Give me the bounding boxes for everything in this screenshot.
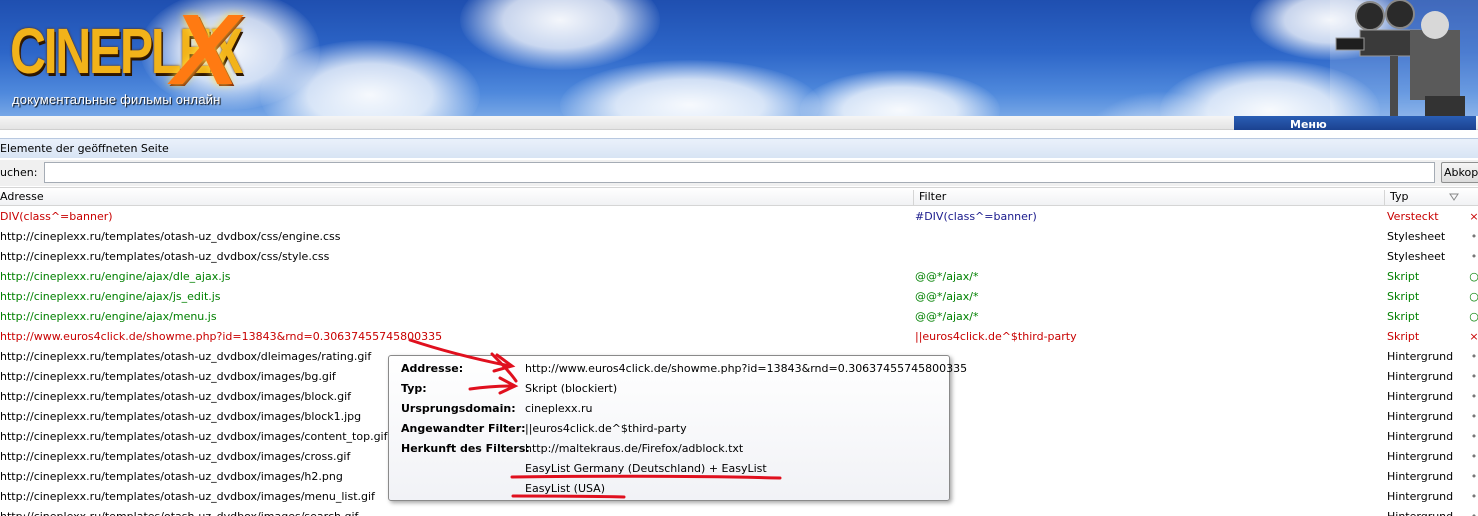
banner-cloud <box>460 0 660 70</box>
item-filter: @@*/ajax/* <box>915 290 979 303</box>
list-item[interactable]: http://www.euros4click.de/showme.php?id=… <box>0 327 1478 347</box>
item-type: Skript <box>1387 270 1420 283</box>
item-address: http://cineplexx.ru/templates/otash-uz_d… <box>0 250 330 263</box>
column-header-type[interactable]: Typ <box>1390 188 1440 206</box>
item-type: Hintergrund <box>1387 390 1454 403</box>
item-state-icon[interactable]: • <box>1469 387 1478 407</box>
window-title: Elemente der geöffneten Seite <box>0 138 1478 158</box>
tooltip-row-origin: Ursprungsdomain: cineplexx.ru <box>389 399 949 419</box>
tooltip-value: EasyList Germany (Deutschland) + EasyLis… <box>525 462 767 475</box>
item-address: DIV(class^=banner) <box>0 210 113 223</box>
detach-button[interactable]: Abkop <box>1441 162 1478 183</box>
logo-x: X <box>172 0 239 106</box>
site-logo[interactable]: CINEPLEX X документальные фильмы онлайн <box>0 0 250 116</box>
column-header-filter[interactable]: Filter <box>919 188 1379 206</box>
item-type: Hintergrund <box>1387 450 1454 463</box>
banner-cloud <box>560 60 820 116</box>
item-type: Hintergrund <box>1387 490 1454 503</box>
item-state-icon[interactable]: • <box>1469 487 1478 507</box>
tooltip-label: Ursprungsdomain: <box>401 402 516 415</box>
tooltip-row-type: Typ: Skript (blockiert) <box>389 379 949 399</box>
item-state-icon[interactable]: • <box>1469 227 1478 247</box>
item-state-icon[interactable]: • <box>1469 507 1478 516</box>
list-item[interactable]: http://cineplexx.ru/templates/otash-uz_d… <box>0 227 1478 247</box>
tooltip-label: Addresse: <box>401 362 464 375</box>
site-menu-tab[interactable]: Меню <box>1234 116 1476 130</box>
item-type: Hintergrund <box>1387 410 1454 423</box>
item-type: Hintergrund <box>1387 430 1454 443</box>
column-divider[interactable] <box>1384 190 1385 205</box>
item-type: Versteckt <box>1387 210 1439 223</box>
site-banner: CINEPLEX X документальные фильмы онлайн <box>0 0 1478 116</box>
logo-subtitle: документальные фильмы онлайн <box>12 92 221 107</box>
item-state-icon[interactable]: ○ <box>1469 267 1478 287</box>
item-type: Skript <box>1387 290 1420 303</box>
film-camera-icon <box>1330 0 1478 116</box>
tooltip-value: Skript (blockiert) <box>525 382 618 395</box>
tooltip-row-filter: Angewandter Filter: ||euros4click.de^$th… <box>389 419 949 439</box>
item-state-icon[interactable]: • <box>1469 467 1478 487</box>
item-state-icon[interactable]: × <box>1469 207 1478 227</box>
tooltip-row-source-2: EasyList Germany (Deutschland) + EasyLis… <box>389 459 949 479</box>
search-input[interactable] <box>44 162 1435 183</box>
item-state-icon[interactable]: ○ <box>1469 307 1478 327</box>
tooltip-value: http://maltekraus.de/Firefox/adblock.txt <box>525 442 744 455</box>
tooltip-value: ||euros4click.de^$third-party <box>525 422 687 435</box>
column-picker-icon[interactable] <box>1449 193 1459 201</box>
item-state-icon[interactable]: • <box>1469 407 1478 427</box>
list-item[interactable]: DIV(class^=banner) #DIV(class^=banner) Ver… <box>0 207 1478 227</box>
search-label: uchen: <box>0 166 38 179</box>
item-address: http://www.euros4click.de/showme.php?id=… <box>0 330 443 343</box>
list-item[interactable]: http://cineplexx.ru/engine/ajax/dle_ajax… <box>0 267 1478 287</box>
list-item[interactable]: http://cineplexx.ru/engine/ajax/js_edit.… <box>0 287 1478 307</box>
item-address: http://cineplexx.ru/templates/otash-uz_d… <box>0 230 341 243</box>
item-address: http://cineplexx.ru/engine/ajax/dle_ajax… <box>0 270 231 283</box>
tooltip-label: Angewandter Filter: <box>401 422 526 435</box>
item-address: http://cineplexx.ru/engine/ajax/js_edit.… <box>0 290 221 303</box>
tooltip-value: cineplexx.ru <box>525 402 593 415</box>
list-item[interactable]: http://cineplexx.ru/templates/otash-uz_d… <box>0 247 1478 267</box>
item-address: http://cineplexx.ru/templates/otash-uz_d… <box>0 507 910 516</box>
item-type: Stylesheet <box>1387 230 1446 243</box>
item-state-icon[interactable]: ○ <box>1469 287 1478 307</box>
item-state-icon[interactable]: • <box>1469 447 1478 467</box>
item-filter: @@*/ajax/* <box>915 270 979 283</box>
column-header-address[interactable]: Adresse <box>0 188 910 206</box>
search-row: uchen: Abkop <box>0 160 1478 186</box>
tooltip-row-source-3: EasyList (USA) <box>389 479 949 499</box>
tooltip-label: Typ: <box>401 382 427 395</box>
item-state-icon[interactable]: • <box>1469 247 1478 267</box>
item-filter: #DIV(class^=banner) <box>915 210 1037 223</box>
item-type: Stylesheet <box>1387 250 1446 263</box>
item-filter: ||euros4click.de^$third-party <box>915 330 1077 343</box>
tooltip-row-source: Herkunft des Filters: http://maltekraus.… <box>389 439 949 459</box>
item-type: Hintergrund <box>1387 470 1454 483</box>
item-tooltip: Addresse: http://www.euros4click.de/show… <box>388 355 967 501</box>
item-type: Skript <box>1387 330 1420 343</box>
tooltip-label: Herkunft des Filters: <box>401 442 530 455</box>
list-item[interactable]: http://cineplexx.ru/engine/ajax/menu.js @… <box>0 307 1478 327</box>
tooltip-row-address: Addresse: http://www.euros4click.de/show… <box>389 359 967 379</box>
column-divider[interactable] <box>913 190 914 205</box>
list-item[interactable]: http://cineplexx.ru/templates/otash-uz_d… <box>0 507 1478 516</box>
item-state-icon[interactable]: • <box>1469 427 1478 447</box>
tooltip-value: EasyList (USA) <box>525 482 606 495</box>
item-filter: @@*/ajax/* <box>915 310 979 323</box>
item-state-icon[interactable]: • <box>1469 367 1478 387</box>
banner-cloud <box>800 70 1000 116</box>
item-state-icon[interactable]: • <box>1469 347 1478 367</box>
tooltip-value: http://www.euros4click.de/showme.php?id=… <box>525 362 968 375</box>
list-header: Adresse Filter Typ <box>0 187 1478 206</box>
item-type: Hintergrund <box>1387 350 1454 363</box>
item-type: Hintergrund <box>1387 370 1454 383</box>
item-type: Skript <box>1387 310 1420 323</box>
item-address: http://cineplexx.ru/engine/ajax/menu.js <box>0 310 217 323</box>
item-type: Hintergrund <box>1387 507 1467 516</box>
item-state-icon[interactable]: × <box>1469 327 1478 347</box>
